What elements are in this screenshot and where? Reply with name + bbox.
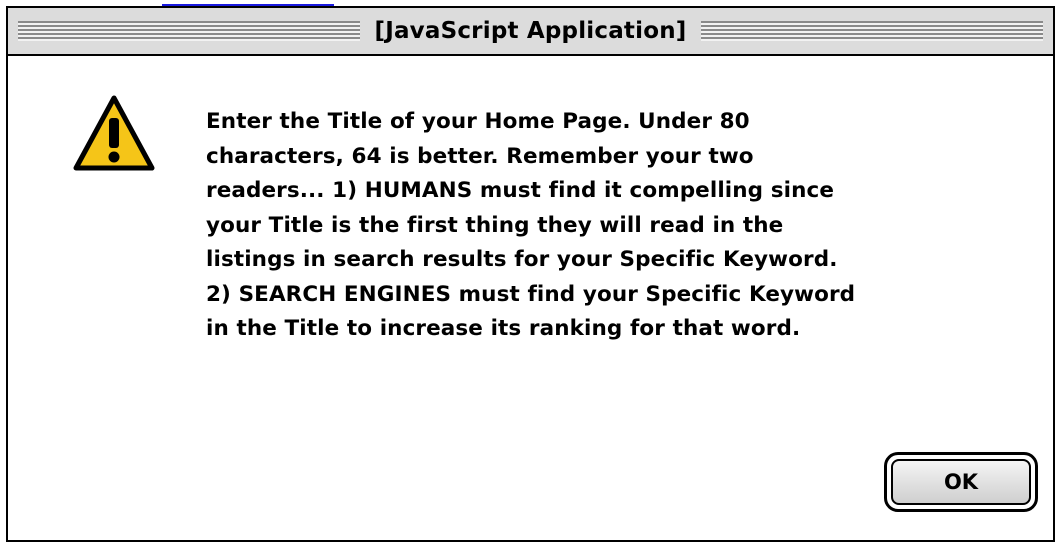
- dialog-titlebar[interactable]: [JavaScript Application]: [8, 8, 1053, 56]
- ok-button-label[interactable]: OK: [891, 459, 1031, 505]
- dialog-message: Enter the Title of your Home Page. Under…: [206, 109, 856, 341]
- warning-icon: [73, 95, 155, 171]
- ok-button[interactable]: OK: [884, 452, 1038, 512]
- page: [JavaScript Application] Enter the Title…: [0, 0, 1061, 548]
- dialog-title: [JavaScript Application]: [360, 18, 701, 44]
- alert-dialog: [JavaScript Application] Enter the Title…: [6, 6, 1055, 542]
